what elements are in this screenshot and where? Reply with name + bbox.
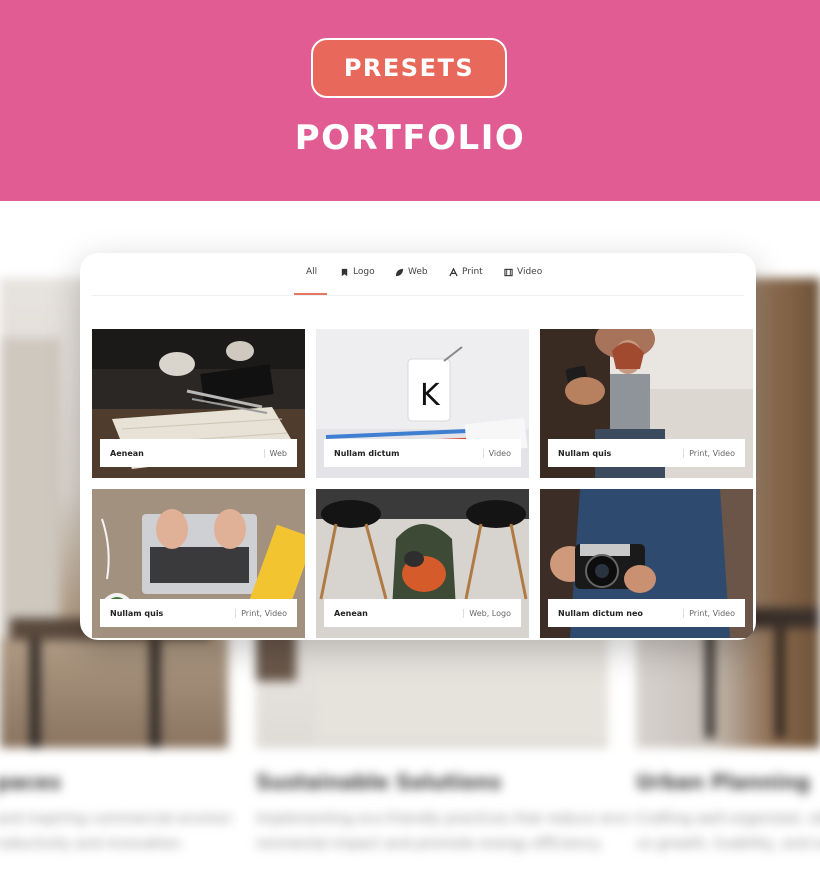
leaf-icon (395, 268, 404, 276)
filter-tabs: All Logo Web Print Video (80, 253, 756, 295)
portfolio-item[interactable]: Nullam quis Print, Video (540, 329, 753, 478)
header-band: PRESETS PORTFOLIO (0, 0, 820, 201)
background-desc-2b: ronmental impact and promote energy effi… (256, 836, 603, 852)
item-title: Aenean (110, 448, 144, 458)
background-title-1: paces (0, 770, 62, 794)
portfolio-card: All Logo Web Print Video Aenean Web K Nu… (80, 253, 756, 640)
background-desc-1b: roductivity and innovation. (0, 836, 185, 852)
item-title: Nullam quis (558, 448, 612, 458)
portfolio-item[interactable]: Nullam dictum neo Print, Video (540, 489, 753, 638)
page-title: PORTFOLIO (294, 118, 526, 158)
item-title: Nullam dictum (334, 448, 400, 458)
filter-print[interactable]: Print (449, 267, 483, 277)
item-title: Nullam quis (110, 608, 164, 618)
item-title: Aenean (334, 608, 368, 618)
item-category: Print, Video (235, 608, 287, 618)
filter-video[interactable]: Video (504, 267, 542, 277)
tabs-divider (92, 295, 744, 296)
item-caption: Nullam dictum Video (324, 439, 521, 467)
item-caption: Aenean Web, Logo (324, 599, 521, 627)
item-title: Nullam dictum neo (558, 608, 643, 618)
presets-badge: PRESETS (311, 38, 507, 98)
item-caption: Nullam quis Print, Video (548, 439, 745, 467)
portfolio-item[interactable]: Aenean Web (92, 329, 305, 478)
item-category: Web, Logo (463, 608, 511, 618)
film-icon (504, 268, 513, 276)
item-category: Video (482, 448, 511, 458)
background-title-2: Sustainable Solutions (256, 770, 502, 794)
background-desc-3a: Crafting well-organized, vibr (636, 811, 820, 827)
item-category: Web (263, 448, 287, 458)
portfolio-item[interactable]: Nullam quis Print, Video (92, 489, 305, 638)
item-caption: Nullam dictum neo Print, Video (548, 599, 745, 627)
font-icon (449, 267, 458, 276)
background-desc-2a: Implementing eco-friendly practices that… (256, 811, 635, 827)
background-title-3: Urban Planning (636, 770, 811, 794)
item-category: Print, Video (683, 608, 735, 618)
filter-all[interactable]: All (306, 267, 317, 277)
portfolio-item[interactable]: K Nullam dictum Video (316, 329, 529, 478)
background-desc-1a: and inspiring commercial environ- (0, 811, 236, 827)
bookmark-icon (341, 268, 348, 276)
filter-print-label: Print (462, 267, 483, 277)
filter-logo-label: Logo (353, 267, 375, 277)
filter-web[interactable]: Web (395, 267, 428, 277)
portfolio-item[interactable]: Aenean Web, Logo (316, 489, 529, 638)
filter-web-label: Web (408, 267, 428, 277)
filter-all-label: All (306, 267, 318, 277)
item-category: Print, Video (683, 448, 735, 458)
item-caption: Aenean Web (100, 439, 297, 467)
filter-logo[interactable]: Logo (340, 267, 375, 277)
background-desc-3b: ce growth, livability, and sust (636, 836, 820, 852)
filter-video-label: Video (517, 267, 543, 277)
item-caption: Nullam quis Print, Video (100, 599, 297, 627)
svg-text:K: K (420, 378, 441, 413)
